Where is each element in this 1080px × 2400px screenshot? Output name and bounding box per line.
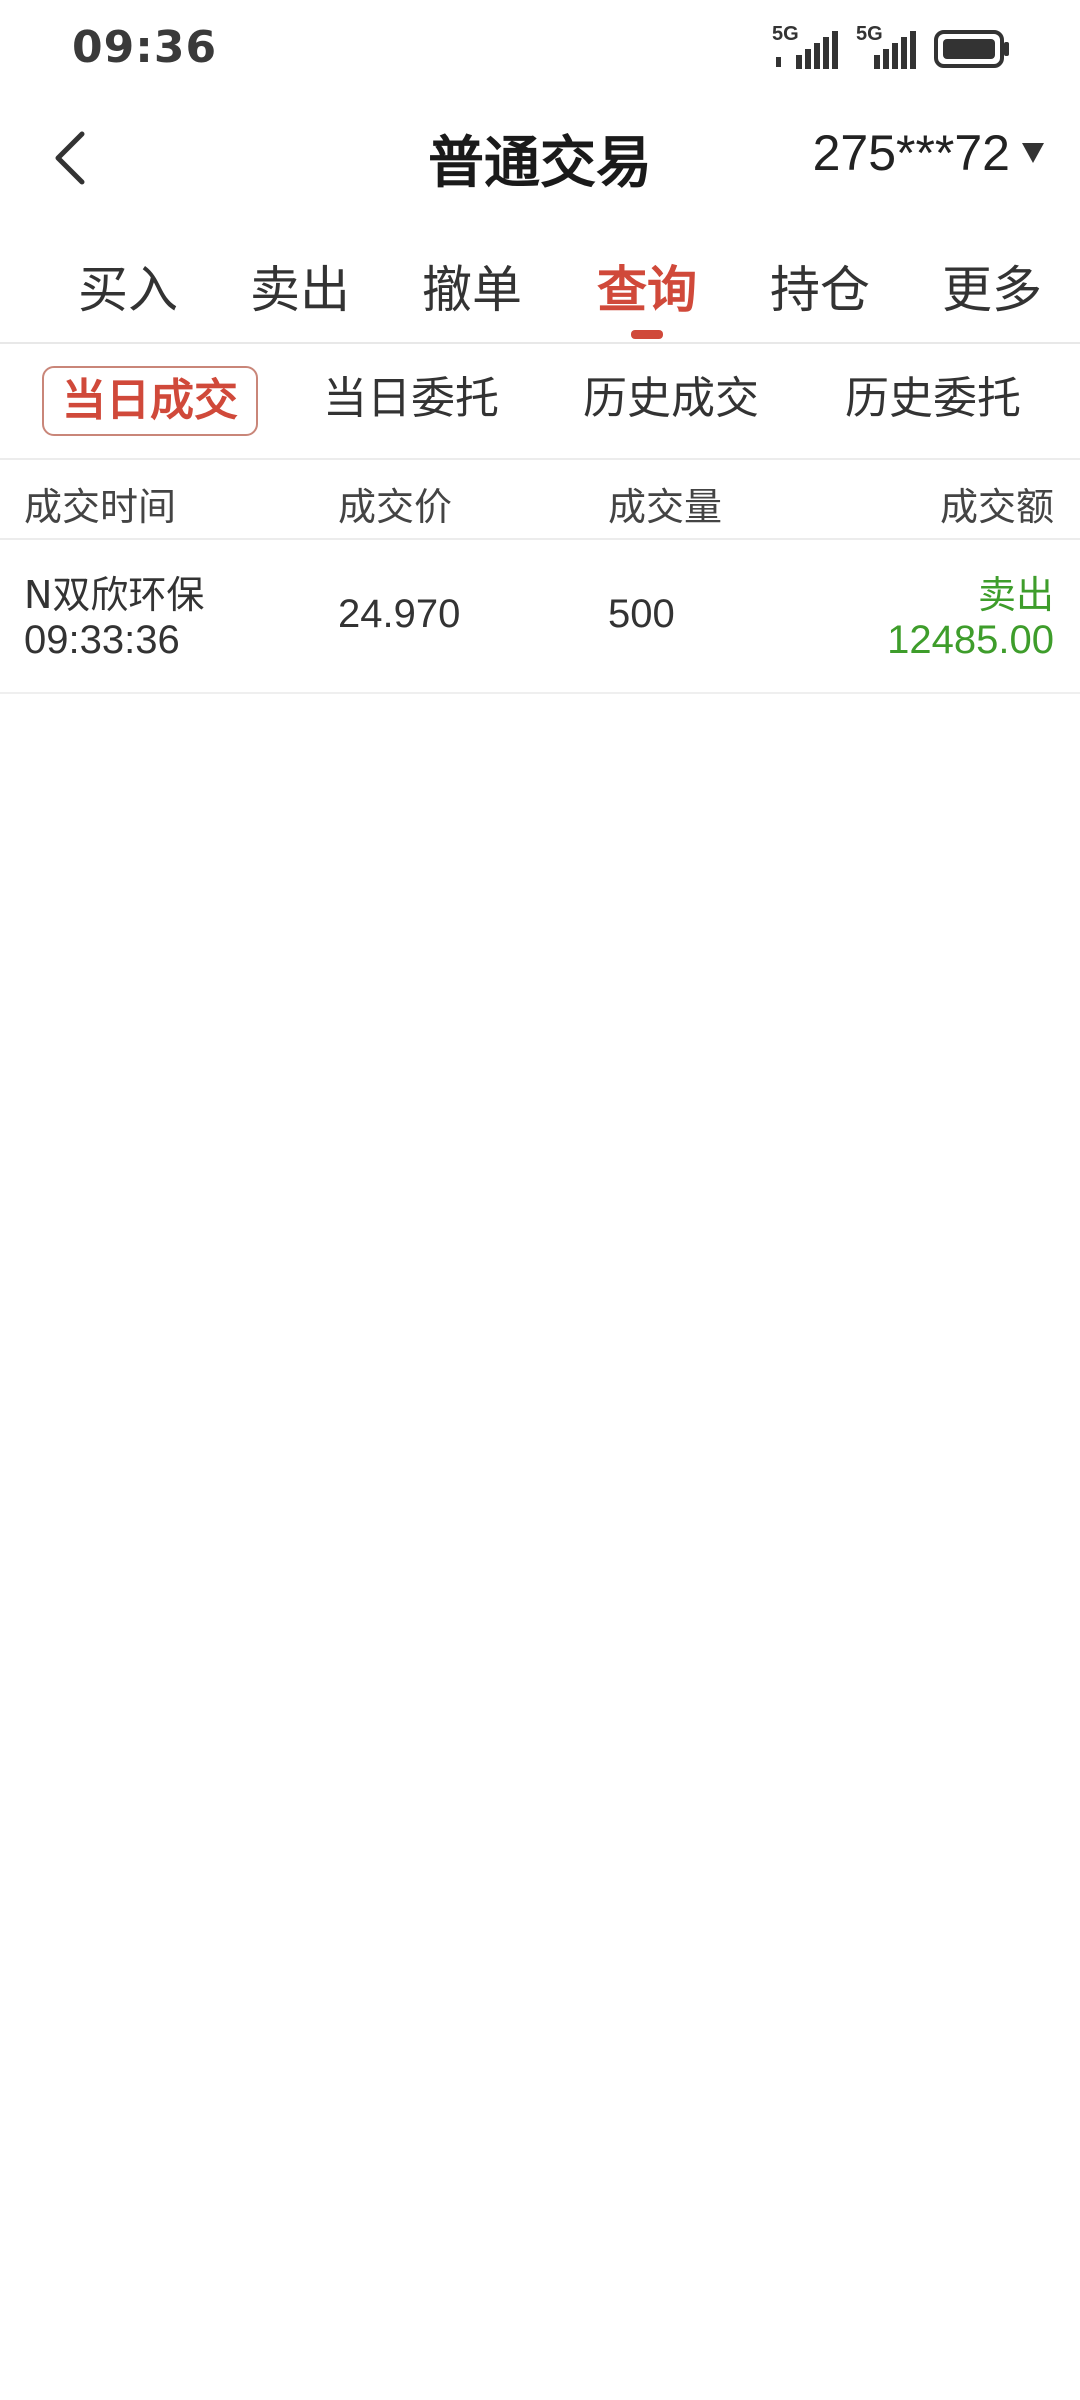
trade-amount: 12485.00: [887, 618, 1054, 662]
caret-down-icon: [1022, 143, 1044, 163]
subtab-today-trades[interactable]: 当日成交: [42, 366, 258, 436]
subtab-history-trades[interactable]: 历史成交: [566, 366, 776, 432]
table-row[interactable]: N双欣环保 09:33:36 24.970 500 卖出 12485.00: [0, 540, 1080, 694]
tab-sell[interactable]: 卖出: [214, 250, 386, 322]
status-time: 09:36: [72, 22, 218, 73]
tab-positions[interactable]: 持仓: [734, 250, 906, 322]
tab-query[interactable]: 查询: [561, 250, 733, 322]
tab-buy[interactable]: 买入: [42, 250, 214, 322]
trade-direction: 卖出: [977, 573, 1054, 617]
subtab-today-orders[interactable]: 当日委托: [306, 366, 516, 432]
trade-price: 24.970: [338, 592, 461, 636]
subtab-history-orders[interactable]: 历史委托: [828, 366, 1038, 432]
sub-tab-bar: 当日成交 当日委托 历史成交 历史委托: [0, 344, 1080, 460]
column-header-price: 成交价: [338, 485, 453, 529]
status-bar: 09:36 5G 5G: [0, 0, 1080, 96]
account-selector[interactable]: 275***72: [813, 124, 1044, 182]
column-header-volume: 成交量: [608, 485, 723, 529]
trade-volume: 500: [608, 592, 675, 636]
column-header-time: 成交时间: [24, 485, 177, 529]
account-number: 275***72: [812, 125, 1010, 181]
main-tab-bar: 买入 卖出 撤单 查询 持仓 更多: [0, 220, 1080, 344]
signal-1-icon: 5G: [772, 23, 838, 71]
signal-2-icon: 5G: [856, 23, 916, 71]
stock-name: N双欣环保: [24, 573, 205, 617]
tab-cancel-order[interactable]: 撤单: [386, 250, 558, 322]
header-bar: 普通交易 275***72: [0, 96, 1080, 216]
battery-icon: [934, 29, 1010, 69]
active-tab-indicator: [631, 330, 663, 339]
table-header: 成交时间 成交价 成交量 成交额: [0, 460, 1080, 540]
tab-more[interactable]: 更多: [906, 250, 1078, 322]
status-icons: 5G 5G: [772, 23, 1010, 74]
trade-time: 09:33:36: [24, 618, 180, 662]
column-header-amount: 成交额: [939, 485, 1054, 529]
